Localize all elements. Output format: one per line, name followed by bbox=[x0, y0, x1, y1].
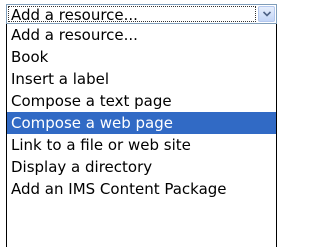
option-display-a-directory[interactable]: Display a directory bbox=[7, 156, 276, 178]
option-insert-a-label[interactable]: Insert a label bbox=[7, 68, 276, 90]
option-compose-a-web-page[interactable]: Compose a web page bbox=[7, 112, 276, 134]
add-resource-select[interactable]: Add a resource... bbox=[6, 4, 277, 24]
chevron-down-icon bbox=[263, 11, 271, 17]
option-link-to-file-or-web-site[interactable]: Link to a file or web site bbox=[7, 134, 276, 156]
option-add-a-resource[interactable]: Add a resource... bbox=[7, 24, 276, 46]
select-current-value: Add a resource... bbox=[8, 6, 256, 22]
dropdown-arrow-button[interactable] bbox=[258, 6, 275, 22]
option-compose-a-text-page[interactable]: Compose a text page bbox=[7, 90, 276, 112]
dropdown-options-list: Add a resource... Book Insert a label Co… bbox=[6, 24, 277, 247]
option-add-ims-content-package[interactable]: Add an IMS Content Package bbox=[7, 178, 276, 200]
option-book[interactable]: Book bbox=[7, 46, 276, 68]
